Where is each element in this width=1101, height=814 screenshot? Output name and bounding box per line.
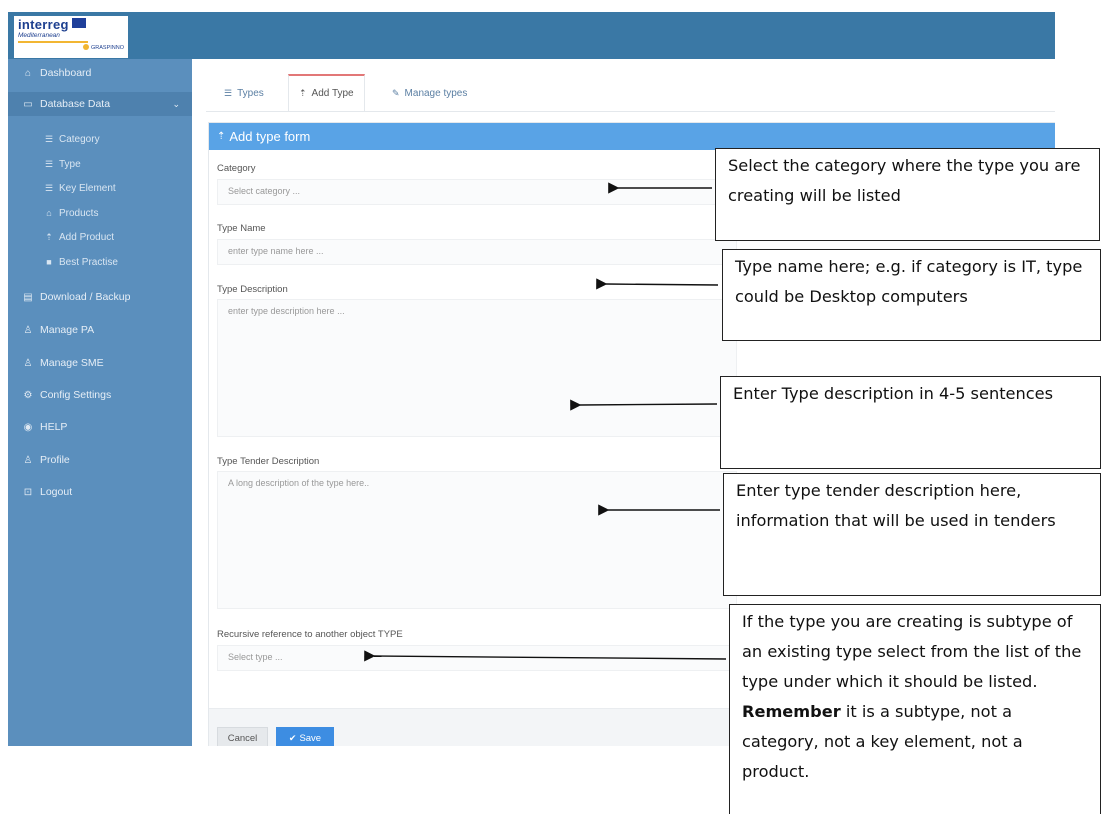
sidebar-item-label: Key Element [59,182,116,194]
gear-icon: ⚙ [23,389,33,401]
sidebar-item-label: Manage PA [40,324,95,336]
type-tender-description-label: Type Tender Description [217,456,320,467]
list-icon: ☰ [224,87,233,98]
help-icon: ◉ [23,421,33,433]
save-button[interactable]: ✔ Save [276,727,334,746]
callout-category-text: Select the category where the type you a… [728,156,1081,205]
sidebar-item-best-practise[interactable]: ■ Best Practise [8,252,192,272]
type-description-label: Type Description [217,284,288,295]
sidebar-item-label: Manage SME [40,357,104,369]
lock-icon: ⊡ [23,486,33,498]
sidebar-item-label: Products [59,207,99,219]
interreg-logo[interactable]: interreg Mediterranean GRASPINNO [14,16,128,58]
users-icon: ♙ [23,324,33,336]
users-icon: ♙ [23,357,33,369]
list-icon: ☰ [44,133,54,144]
logo-subtitle: Mediterranean [18,32,60,39]
tab-label: Types [237,87,264,99]
type-name-input[interactable]: enter type name here ... [217,239,737,265]
logo-project: GRASPINNO [90,45,124,51]
recursive-reference-label: Recursive reference to another object TY… [217,629,403,640]
sidebar-item-database-data[interactable]: ▭ Database Data ⌄ [8,92,192,116]
sidebar-item-manage-sme[interactable]: ♙ Manage SME [8,351,192,375]
sidebar-item-profile[interactable]: ♙ Profile [8,448,192,472]
wrench-icon: ✎ [392,87,400,98]
category-select[interactable]: Select category ... [217,179,737,205]
tab-add-type[interactable]: ⇡ Add Type [288,74,365,111]
project-logo-icon [82,44,89,50]
parent-type-select[interactable]: Select type ... [217,645,737,671]
callout-subtype-text-prefix: If the type you are creating is subtype … [742,612,1082,691]
callout-subtype-bold: Remember [742,702,841,721]
sidebar-item-label: Profile [40,454,70,466]
sidebar-item-label: Dashboard [40,67,92,79]
sidebar-item-label: Add Product [59,231,115,243]
save-button-label: Save [299,732,322,744]
logo-divider [18,41,88,43]
tab-bar: ☰ Types ⇡ Add Type ✎ Manage types [206,74,1055,112]
sidebar: ⌂ Dashboard ▭ Database Data ⌄ ☰ Category… [8,59,192,746]
sidebar-item-config-settings[interactable]: ⚙ Config Settings [8,383,192,407]
tab-types[interactable]: ☰ Types [214,75,274,111]
upload-icon: ⇡ [299,88,307,98]
callout-type-name: Type name here; e.g. if category is IT, … [722,249,1101,341]
sidebar-item-manage-pa[interactable]: ♙ Manage PA [8,318,192,342]
sidebar-item-type[interactable]: ☰ Type [8,154,192,174]
sidebar-item-label: Category [59,133,100,145]
type-description-textarea[interactable]: enter type description here ... [217,299,737,437]
callout-tender: Enter type tender description here, info… [723,473,1101,596]
sidebar-item-label: Config Settings [40,389,112,401]
upload-icon: ⇡ [45,231,53,242]
sidebar-item-help[interactable]: ◉ HELP [8,415,192,439]
check-icon: ✔ [288,732,297,743]
folder-icon: ▭ [23,98,33,110]
form-title: Add type form [229,129,311,144]
bag-icon: ⌂ [46,208,52,218]
sidebar-item-add-product[interactable]: ⇡ Add Product [8,227,192,247]
form-header: ⇡ Add type form [209,123,1055,150]
callout-subtype: If the type you are creating is subtype … [729,604,1101,814]
folder-icon: ■ [46,257,52,267]
upload-icon: ⇡ [217,131,226,142]
sidebar-item-products[interactable]: ⌂ Products [8,203,192,223]
tab-label: Manage types [404,87,468,99]
sidebar-item-download-backup[interactable]: ▤ Download / Backup [8,285,192,309]
sidebar-item-key-element[interactable]: ☰ Key Element [8,178,192,198]
chevron-down-icon: ⌄ [172,98,180,109]
eu-flag-icon [71,18,86,28]
tab-manage-types[interactable]: ✎ Manage types [382,75,477,111]
callout-description: Enter Type description in 4-5 sentences [720,376,1101,469]
sidebar-item-dashboard[interactable]: ⌂ Dashboard [8,61,192,85]
list-icon: ☰ [44,182,54,193]
callout-category: Select the category where the type you a… [715,148,1100,241]
tab-label: Add Type [311,88,354,99]
category-label: Category [217,163,256,174]
sidebar-item-label: Database Data [40,98,111,110]
sidebar-item-label: Download / Backup [40,291,131,303]
top-header-bar: interreg Mediterranean GRASPINNO [8,12,1055,59]
sidebar-item-logout[interactable]: ⊡ Logout [8,480,192,504]
sidebar-item-category[interactable]: ☰ Category [8,129,192,149]
logo-brand: interreg [18,17,69,32]
type-tender-description-textarea[interactable]: A long description of the type here.. [217,471,737,609]
user-icon: ♙ [23,454,33,466]
cancel-button[interactable]: Cancel [217,727,268,746]
sidebar-item-label: HELP [40,421,68,433]
home-icon: ⌂ [24,67,32,79]
list-icon: ☰ [44,158,54,169]
sidebar-item-label: Best Practise [59,256,118,268]
callout-description-text: Enter Type description in 4-5 sentences [733,384,1054,403]
type-name-label: Type Name [217,223,266,234]
sidebar-item-label: Type [59,158,81,170]
sidebar-item-label: Logout [40,486,73,498]
database-icon: ▤ [23,291,33,303]
callout-type-name-text: Type name here; e.g. if category is IT, … [735,257,1083,306]
callout-tender-text: Enter type tender description here, info… [736,481,1056,530]
